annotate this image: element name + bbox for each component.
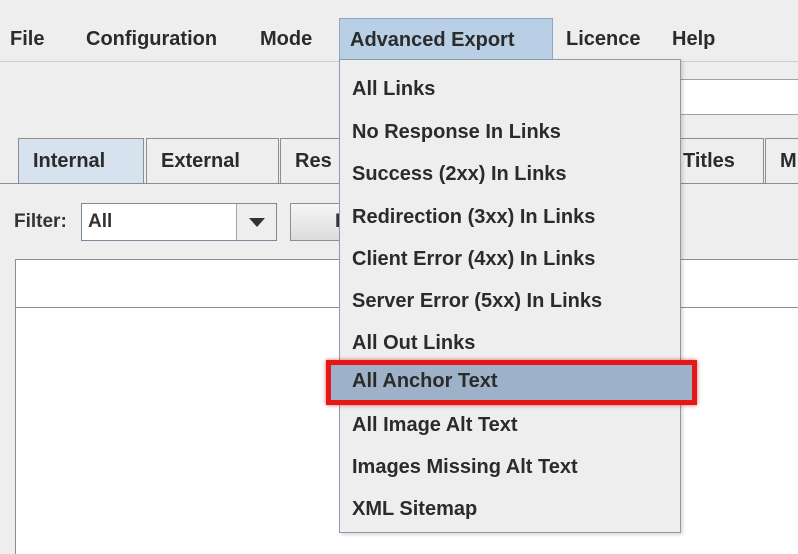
filter-dropdown-button[interactable] bbox=[236, 204, 276, 240]
menu-licence[interactable]: Licence bbox=[556, 18, 650, 60]
filter-selected-value: All bbox=[88, 211, 113, 232]
menu-item-redirection-in-links[interactable]: Redirection (3xx) In Links bbox=[340, 196, 680, 238]
filter-label: Filter: bbox=[14, 211, 67, 232]
menu-mode[interactable]: Mode bbox=[250, 18, 322, 60]
tab-external[interactable]: External bbox=[146, 138, 279, 184]
menu-help[interactable]: Help bbox=[662, 18, 725, 60]
tab-more[interactable]: M bbox=[765, 138, 798, 184]
menu-bar: File Configuration Mode Advanced Export … bbox=[0, 14, 798, 62]
menu-file[interactable]: File bbox=[0, 18, 54, 60]
menu-item-all-out-links[interactable]: All Out Links bbox=[340, 322, 680, 364]
menu-item-success-in-links[interactable]: Success (2xx) In Links bbox=[340, 153, 680, 195]
menu-advanced-export[interactable]: Advanced Export bbox=[339, 18, 553, 60]
menu-item-images-missing-alt-text[interactable]: Images Missing Alt Text bbox=[340, 446, 680, 488]
menu-item-server-error-in-links[interactable]: Server Error (5xx) In Links bbox=[340, 280, 680, 322]
menu-item-all-anchor-text[interactable]: All Anchor Text bbox=[326, 360, 697, 405]
menu-configuration[interactable]: Configuration bbox=[76, 18, 227, 60]
menu-item-client-error-in-links[interactable]: Client Error (4xx) In Links bbox=[340, 238, 680, 280]
advanced-export-menu: All Links No Response In Links Success (… bbox=[326, 59, 697, 533]
chevron-down-icon bbox=[249, 218, 265, 227]
filter-dropdown[interactable]: All bbox=[81, 203, 277, 241]
tab-internal[interactable]: Internal bbox=[18, 138, 144, 184]
menu-item-no-response-in-links[interactable]: No Response In Links bbox=[340, 111, 680, 153]
menu-item-all-links[interactable]: All Links bbox=[340, 68, 680, 110]
tab-titles[interactable]: Titles bbox=[668, 138, 764, 184]
menu-item-all-image-alt-text[interactable]: All Image Alt Text bbox=[340, 404, 680, 446]
menu-item-xml-sitemap[interactable]: XML Sitemap bbox=[340, 488, 680, 530]
